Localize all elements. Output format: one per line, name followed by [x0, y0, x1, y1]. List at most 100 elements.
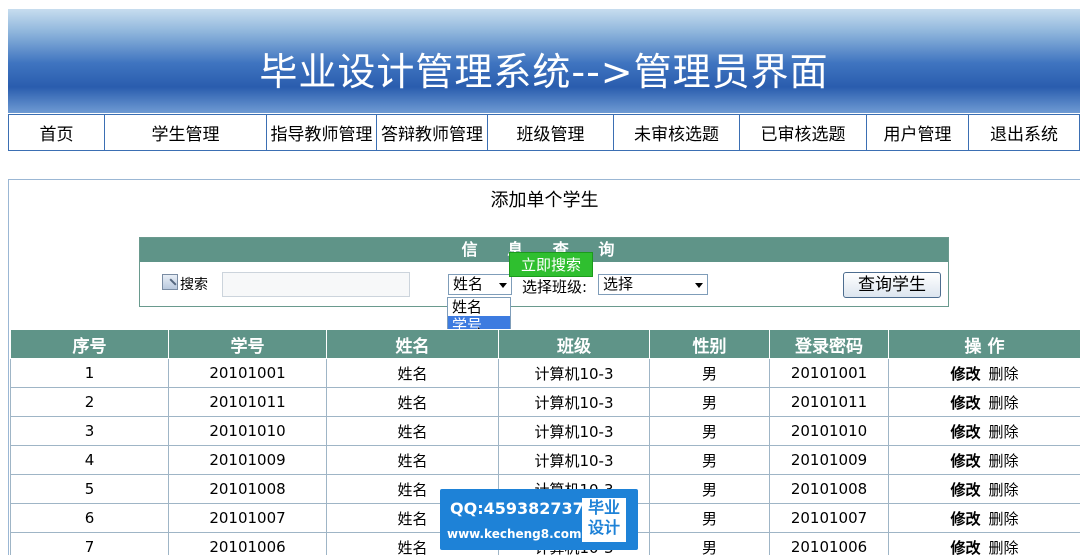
header-gender: 性别: [649, 329, 770, 359]
watermark-overlay: QQ:459382737 www.kecheng8.com 毕业 设计: [440, 489, 638, 550]
row-gender: 男: [649, 358, 770, 388]
row-student-id: 20101006: [168, 532, 327, 555]
delete-link[interactable]: 删除: [989, 452, 1019, 470]
nav-item-student-management[interactable]: 学生管理: [105, 115, 267, 150]
nav-item-home[interactable]: 首页: [9, 115, 105, 150]
header-student-id: 学号: [168, 329, 327, 359]
search-icon: [162, 274, 178, 290]
nav-item-logout[interactable]: 退出系统: [969, 115, 1079, 150]
row-password: 20101011: [769, 387, 889, 417]
edit-link[interactable]: 修改: [950, 423, 980, 441]
edit-link[interactable]: 修改: [950, 481, 980, 499]
row-name: 姓名: [326, 416, 499, 446]
edit-link[interactable]: 修改: [950, 394, 980, 412]
search-input[interactable]: [222, 272, 410, 297]
add-student-title[interactable]: 添加单个学生: [9, 186, 1080, 212]
row-gender: 男: [649, 503, 770, 533]
row-student-id: 20101009: [168, 445, 327, 475]
header-actions: 操 作: [888, 329, 1080, 359]
search-field-selected: 姓名: [453, 275, 484, 293]
table-row: 4 20101009 姓名 计算机10-3 男 20101009 修改 删除: [10, 445, 1080, 475]
page-title: 毕业设计管理系统-->管理员界面: [259, 50, 829, 94]
edit-link[interactable]: 修改: [950, 510, 980, 528]
row-gender: 男: [649, 474, 770, 504]
query-student-button[interactable]: 查询学生: [843, 272, 941, 298]
search-now-tooltip: 立即搜索: [509, 252, 593, 277]
dropdown-option-name[interactable]: 姓名: [448, 298, 510, 316]
delete-link[interactable]: 删除: [989, 481, 1019, 499]
row-password: 20101010: [769, 416, 889, 446]
row-actions: 修改 删除: [888, 532, 1080, 555]
row-sequence: 2: [10, 387, 169, 417]
edit-link[interactable]: 修改: [950, 365, 980, 383]
nav-item-class-management[interactable]: 班级管理: [488, 115, 614, 150]
class-select[interactable]: 选择: [598, 274, 708, 295]
row-sequence: 4: [10, 445, 169, 475]
chevron-down-icon: [695, 283, 703, 288]
table-header-row: 序号 学号 姓名 班级 性别 登录密码 操 作: [10, 329, 1080, 359]
row-name: 姓名: [326, 445, 499, 475]
row-sequence: 3: [10, 416, 169, 446]
delete-link[interactable]: 删除: [989, 365, 1019, 383]
row-password: 20101009: [769, 445, 889, 475]
nav-item-user-management[interactable]: 用户管理: [867, 115, 969, 150]
delete-link[interactable]: 删除: [989, 539, 1019, 555]
watermark-qq: QQ:459382737: [450, 499, 584, 518]
delete-link[interactable]: 删除: [989, 394, 1019, 412]
table-row: 2 20101011 姓名 计算机10-3 男 20101011 修改 删除: [10, 387, 1080, 417]
row-student-id: 20101010: [168, 416, 327, 446]
main-navigation: 首页 学生管理 指导教师管理 答辩教师管理 班级管理 未审核选题 已审核选题 用…: [8, 114, 1080, 151]
edit-link[interactable]: 修改: [950, 452, 980, 470]
row-actions: 修改 删除: [888, 445, 1080, 475]
row-student-id: 20101011: [168, 387, 327, 417]
row-sequence: 7: [10, 532, 169, 555]
watermark-badge: 毕业 设计: [582, 498, 626, 542]
row-sequence: 5: [10, 474, 169, 504]
row-sequence: 6: [10, 503, 169, 533]
row-password: 20101007: [769, 503, 889, 533]
edit-link[interactable]: 修改: [950, 539, 980, 555]
row-class: 计算机10-3: [498, 358, 650, 388]
row-gender: 男: [649, 416, 770, 446]
table-row: 3 20101010 姓名 计算机10-3 男 20101010 修改 删除: [10, 416, 1080, 446]
class-select-label: 选择班级:: [522, 278, 588, 296]
header-sequence: 序号: [10, 329, 169, 359]
row-student-id: 20101007: [168, 503, 327, 533]
row-class: 计算机10-3: [498, 387, 650, 417]
watermark-site: www.kecheng8.com: [447, 527, 582, 541]
delete-link[interactable]: 删除: [989, 423, 1019, 441]
row-actions: 修改 删除: [888, 387, 1080, 417]
header-login-password: 登录密码: [769, 329, 889, 359]
row-class: 计算机10-3: [498, 445, 650, 475]
nav-item-reviewed-topics[interactable]: 已审核选题: [740, 115, 867, 150]
header-name: 姓名: [326, 329, 499, 359]
row-password: 20101006: [769, 532, 889, 555]
row-name: 姓名: [326, 387, 499, 417]
row-student-id: 20101001: [168, 358, 327, 388]
page: 毕业设计管理系统-->管理员界面 首页 学生管理 指导教师管理 答辩教师管理 班…: [0, 0, 1080, 555]
row-student-id: 20101008: [168, 474, 327, 504]
header-banner: 毕业设计管理系统-->管理员界面: [8, 9, 1080, 113]
search-field-select[interactable]: 姓名: [448, 274, 512, 295]
table-row: 1 20101001 姓名 计算机10-3 男 20101001 修改 删除: [10, 358, 1080, 388]
row-password: 20101008: [769, 474, 889, 504]
row-name: 姓名: [326, 358, 499, 388]
row-actions: 修改 删除: [888, 474, 1080, 504]
row-password: 20101001: [769, 358, 889, 388]
delete-link[interactable]: 删除: [989, 510, 1019, 528]
class-selected-value: 选择: [603, 275, 634, 293]
header-class: 班级: [498, 329, 650, 359]
chevron-down-icon: [499, 283, 507, 288]
row-actions: 修改 删除: [888, 503, 1080, 533]
nav-item-defense-teacher-management[interactable]: 答辩教师管理: [377, 115, 488, 150]
nav-item-advisor-management[interactable]: 指导教师管理: [267, 115, 377, 150]
row-sequence: 1: [10, 358, 169, 388]
row-actions: 修改 删除: [888, 358, 1080, 388]
search-label: 搜索: [180, 277, 208, 293]
nav-item-unreviewed-topics[interactable]: 未审核选题: [614, 115, 740, 150]
row-actions: 修改 删除: [888, 416, 1080, 446]
row-gender: 男: [649, 445, 770, 475]
row-class: 计算机10-3: [498, 416, 650, 446]
row-gender: 男: [649, 387, 770, 417]
row-gender: 男: [649, 532, 770, 555]
